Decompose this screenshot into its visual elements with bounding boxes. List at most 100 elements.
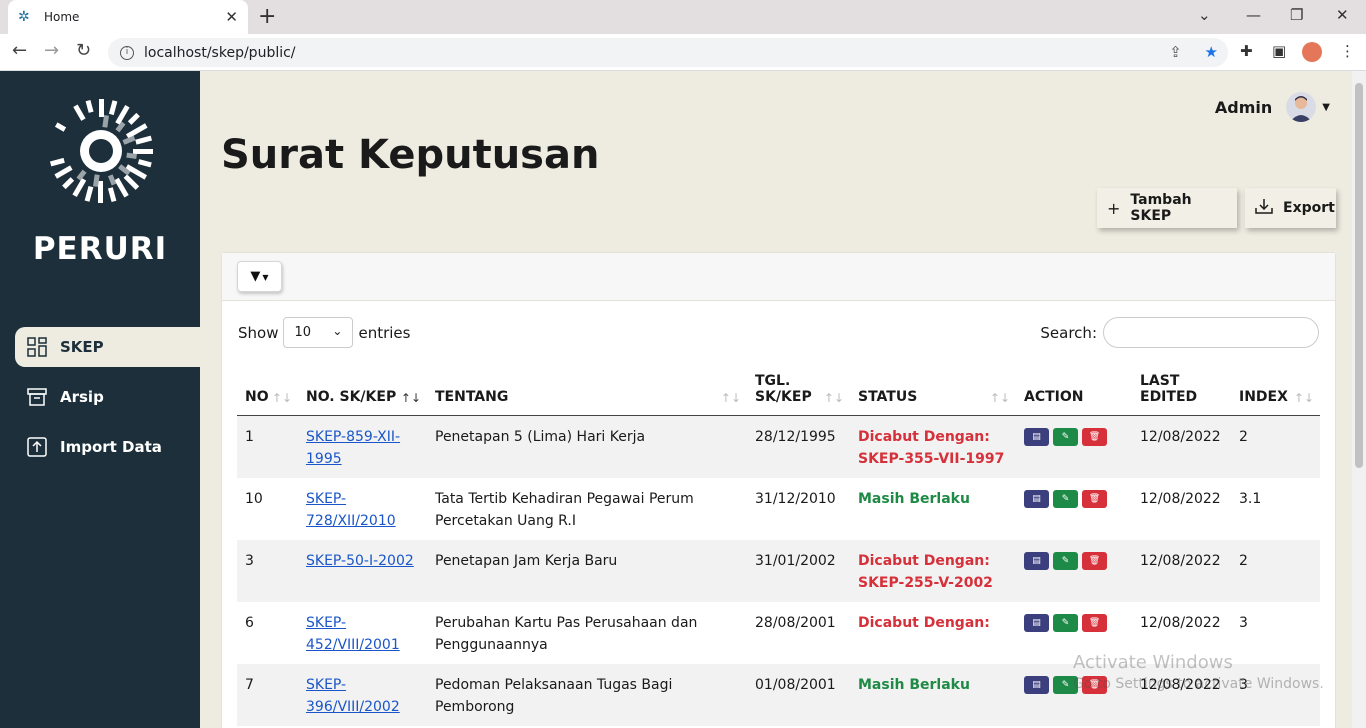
search-label: Search: bbox=[1040, 323, 1097, 342]
delete-button[interactable]: 🗑 bbox=[1082, 427, 1107, 446]
cell-sk: SKEP-728/XII/2010 bbox=[298, 478, 427, 540]
column-header-action: ACTION bbox=[1016, 359, 1132, 416]
cell-status: Masih Berlaku bbox=[850, 478, 1016, 540]
trash-icon: 🗑 bbox=[1088, 493, 1101, 504]
reload-icon[interactable]: ↻ bbox=[76, 40, 91, 61]
side-panel-icon[interactable]: ▣ bbox=[1272, 42, 1286, 60]
watermark-title: Activate Windows bbox=[1073, 652, 1233, 673]
tab-search-icon[interactable]: ⌄ bbox=[1198, 6, 1211, 24]
search-input[interactable] bbox=[1103, 317, 1319, 348]
cell-tgl: 28/08/2001 bbox=[755, 614, 836, 631]
cell-tgl: 31/01/2002 bbox=[747, 539, 850, 602]
edit-button[interactable]: ✎ bbox=[1053, 613, 1078, 632]
browser-toolbar: ← → ↻ i localhost/skep/public/ ⇪ ★ bbox=[0, 34, 1366, 71]
cell-status: Dicabut Dengan: bbox=[850, 602, 1016, 664]
scrollbar-thumb[interactable] bbox=[1355, 83, 1363, 468]
table-header-row: NO ↑↓ NO. SK/KEP ↑↓ TENTANG ↑↓ TGL. SK/KEP ↑… bbox=[237, 359, 1320, 416]
cell-no: 7 bbox=[237, 663, 298, 726]
cell-no: 10 bbox=[245, 490, 263, 507]
sort-icon: ↑↓ bbox=[720, 390, 741, 405]
site-info-icon[interactable]: i bbox=[120, 45, 134, 60]
scrollbar[interactable] bbox=[1352, 71, 1366, 728]
cell-tgl: 28/12/1995 bbox=[747, 415, 850, 478]
caret-down-icon: ▼ bbox=[262, 273, 269, 282]
export-button[interactable]: Export bbox=[1245, 188, 1336, 228]
column-header-tentang[interactable]: TENTANG ↑↓ bbox=[427, 359, 747, 416]
view-button[interactable]: ▤ bbox=[1024, 427, 1049, 446]
entries-select[interactable]: 10 ⌄ bbox=[283, 317, 354, 348]
sidebar-item-arsip[interactable]: Arsip bbox=[15, 377, 200, 417]
column-header-no[interactable]: NO ↑↓ bbox=[237, 359, 298, 416]
status-text: Dicabut Dengan: bbox=[858, 614, 990, 631]
cell-no: 6 bbox=[245, 614, 254, 631]
sk-link[interactable]: SKEP-396/VIII/2002 bbox=[306, 677, 400, 715]
entries-value: 10 bbox=[294, 325, 312, 340]
table-row: 10 SKEP-728/XII/2010 Tata Tertib Kehadiran… bbox=[237, 478, 1320, 540]
address-bar[interactable]: i localhost/skep/public/ ⇪ ★ bbox=[108, 38, 1228, 67]
browser-tabbar: ✲ Home ✕ + ⌄ — ❐ ✕ bbox=[0, 0, 1366, 34]
sidebar-item-label: SKEP bbox=[60, 338, 104, 356]
sk-link[interactable]: SKEP-452/VIII/2001 bbox=[306, 615, 400, 653]
view-button[interactable]: ▤ bbox=[1024, 675, 1049, 694]
sk-link[interactable]: SKEP-50-I-2002 bbox=[306, 553, 414, 569]
cell-sk: SKEP-452/VIII/2001 bbox=[298, 602, 427, 664]
menu-icon[interactable]: ⋮ bbox=[1340, 42, 1355, 60]
column-header-tgl[interactable]: TGL. SK/KEP ↑↓ bbox=[747, 359, 850, 416]
favicon-icon: ✲ bbox=[18, 9, 30, 25]
profile-icon[interactable] bbox=[1302, 42, 1322, 62]
view-button[interactable]: ▤ bbox=[1024, 551, 1049, 570]
share-icon[interactable]: ⇪ bbox=[1169, 43, 1182, 61]
pencil-icon: ✎ bbox=[1061, 555, 1070, 566]
cell-status: Dicabut Dengan: SKEP-355-VII-1997 bbox=[850, 415, 1016, 478]
browser-tab[interactable]: ✲ Home ✕ bbox=[8, 0, 248, 34]
filter-dropdown-button[interactable]: ▼ ▼ bbox=[237, 261, 282, 292]
trash-icon: 🗑 bbox=[1088, 617, 1101, 628]
view-button[interactable]: ▤ bbox=[1024, 489, 1049, 508]
new-tab-icon[interactable]: + bbox=[258, 4, 276, 29]
cell-tentang: Tata Tertib Kehadiran Pegawai Perum Perc… bbox=[435, 490, 694, 529]
cell-action: ▤ ✎ 🗑 bbox=[1016, 415, 1132, 478]
restore-icon[interactable]: ❐ bbox=[1290, 6, 1303, 24]
cell-index: 3 bbox=[1239, 614, 1248, 631]
cell-tentang: Penetapan Jam Kerja Baru bbox=[427, 539, 747, 602]
edit-button[interactable]: ✎ bbox=[1053, 489, 1078, 508]
column-header-status[interactable]: STATUS ↑↓ bbox=[850, 359, 1016, 416]
sidebar-item-import-data[interactable]: Import Data bbox=[15, 427, 200, 467]
cell-index: 2 bbox=[1231, 415, 1320, 478]
add-skep-label: Tambah SKEP bbox=[1130, 192, 1192, 224]
table-row: 3 SKEP-50-I-2002 Penetapan Jam Kerja Baru 3… bbox=[237, 539, 1320, 602]
column-header-sk[interactable]: NO. SK/KEP ↑↓ bbox=[298, 359, 427, 416]
column-header-last-edited[interactable]: LAST EDITED bbox=[1132, 359, 1231, 416]
cell-tentang: Penetapan 5 (Lima) Hari Kerja bbox=[427, 415, 747, 478]
extensions-icon[interactable]: ✚ bbox=[1240, 42, 1253, 60]
column-header-index[interactable]: INDEX ↑↓ bbox=[1231, 359, 1320, 416]
card-header: ▼ ▼ bbox=[222, 253, 1335, 301]
user-menu[interactable]: Admin ▼ bbox=[1215, 92, 1330, 122]
back-icon[interactable]: ← bbox=[12, 40, 27, 61]
sort-icon: ↑↓ bbox=[989, 390, 1010, 405]
minimize-icon[interactable]: — bbox=[1246, 6, 1261, 24]
sk-link[interactable]: SKEP-728/XII/2010 bbox=[306, 491, 396, 529]
edit-button[interactable]: ✎ bbox=[1053, 551, 1078, 570]
delete-button[interactable]: 🗑 bbox=[1082, 613, 1107, 632]
grid-icon bbox=[27, 337, 47, 357]
close-tab-icon[interactable]: ✕ bbox=[225, 8, 238, 26]
sidebar: PERURI SKEP Arsip Import Data bbox=[0, 71, 200, 728]
page-title: Surat Keputusan bbox=[221, 132, 600, 178]
edit-button[interactable]: ✎ bbox=[1053, 427, 1078, 446]
view-button[interactable]: ▤ bbox=[1024, 613, 1049, 632]
cell-action: ▤ ✎ 🗑 bbox=[1016, 539, 1132, 602]
pencil-icon: ✎ bbox=[1061, 617, 1070, 628]
cell-sk: SKEP-50-I-2002 bbox=[298, 539, 427, 602]
trash-icon: 🗑 bbox=[1088, 431, 1101, 442]
document-icon: ▤ bbox=[1032, 555, 1041, 566]
sidebar-item-skep[interactable]: SKEP bbox=[15, 327, 200, 367]
forward-icon[interactable]: → bbox=[44, 40, 59, 61]
bookmark-star-icon[interactable]: ★ bbox=[1205, 43, 1218, 61]
delete-button[interactable]: 🗑 bbox=[1082, 489, 1107, 508]
sk-link[interactable]: SKEP-859-XII-1995 bbox=[306, 429, 400, 467]
close-window-icon[interactable]: ✕ bbox=[1336, 6, 1349, 24]
add-skep-button[interactable]: + Tambah SKEP bbox=[1097, 188, 1237, 228]
delete-button[interactable]: 🗑 bbox=[1082, 551, 1107, 570]
cell-index: 3 bbox=[1231, 663, 1320, 726]
